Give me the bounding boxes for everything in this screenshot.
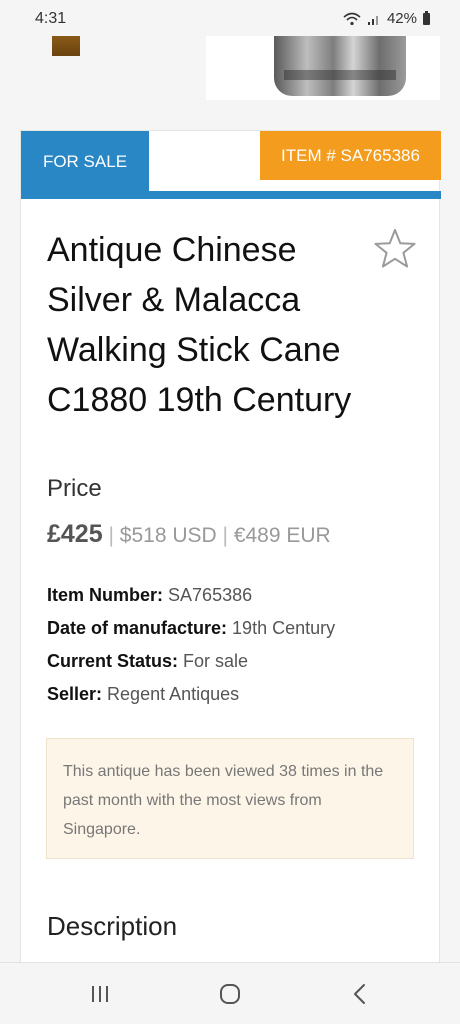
back-icon bbox=[354, 984, 365, 1004]
previous-image-thumbnail[interactable] bbox=[52, 36, 80, 56]
item-number-badge: ITEM # SA765386 bbox=[260, 131, 441, 180]
price-gbp: £425 bbox=[47, 520, 103, 548]
spec-label: Item Number: bbox=[47, 585, 164, 605]
for-sale-tab[interactable]: FOR SALE bbox=[21, 131, 149, 193]
description-heading: Description bbox=[47, 911, 178, 941]
recent-apps-button[interactable] bbox=[80, 979, 120, 1009]
spec-value: SA765386 bbox=[168, 585, 253, 605]
spec-value: For sale bbox=[183, 651, 249, 671]
home-icon bbox=[220, 984, 240, 1004]
price-label: Price bbox=[47, 475, 102, 502]
price-separator: | bbox=[222, 524, 228, 547]
product-image-carousel[interactable] bbox=[0, 36, 460, 100]
spec-label: Current Status: bbox=[47, 651, 179, 671]
spec-current-status: Current Status: For sale bbox=[47, 651, 248, 672]
battery-icon bbox=[423, 10, 430, 25]
spec-value: 19th Century bbox=[232, 618, 336, 638]
spec-item-number: Item Number: SA765386 bbox=[47, 585, 252, 606]
listing-card: FOR SALE ITEM # SA765386 Antique Chinese… bbox=[20, 130, 441, 980]
battery-percent: 42% bbox=[386, 10, 417, 27]
spec-seller: Seller: Regent Antiques bbox=[47, 684, 239, 705]
status-time: 4:31 bbox=[35, 10, 67, 27]
recent-apps-icon bbox=[92, 986, 108, 1002]
spec-value: Regent Antiques bbox=[107, 684, 240, 704]
signal-icon bbox=[367, 15, 378, 25]
price-eur: €489 EUR bbox=[233, 524, 331, 547]
views-notice: This antique has been viewed 38 times in… bbox=[46, 738, 414, 859]
listing-tab-row: FOR SALE ITEM # SA765386 bbox=[21, 131, 441, 199]
product-image[interactable] bbox=[206, 36, 440, 100]
system-navigation-bar bbox=[0, 962, 460, 1024]
price-separator: | bbox=[108, 524, 114, 547]
spec-date-of-manufacture: Date of manufacture: 19th Century bbox=[47, 618, 335, 639]
spec-label: Date of manufacture: bbox=[47, 618, 228, 638]
back-button[interactable] bbox=[340, 979, 380, 1009]
price-line: £425 | $518 USD | €489 EUR bbox=[47, 520, 331, 549]
listing-title: Antique Chinese Silver & Malacca Walking… bbox=[47, 231, 352, 419]
favorite-star-icon[interactable] bbox=[373, 227, 417, 271]
tab-underline bbox=[21, 191, 441, 199]
price-usd: $518 USD bbox=[119, 524, 217, 547]
status-indicators: 42% bbox=[343, 10, 430, 27]
status-bar: 4:31 42% bbox=[0, 0, 460, 36]
wifi-icon bbox=[343, 12, 361, 25]
silver-cane-handle-image bbox=[274, 36, 406, 96]
home-button[interactable] bbox=[210, 979, 250, 1009]
spec-label: Seller: bbox=[47, 684, 103, 704]
